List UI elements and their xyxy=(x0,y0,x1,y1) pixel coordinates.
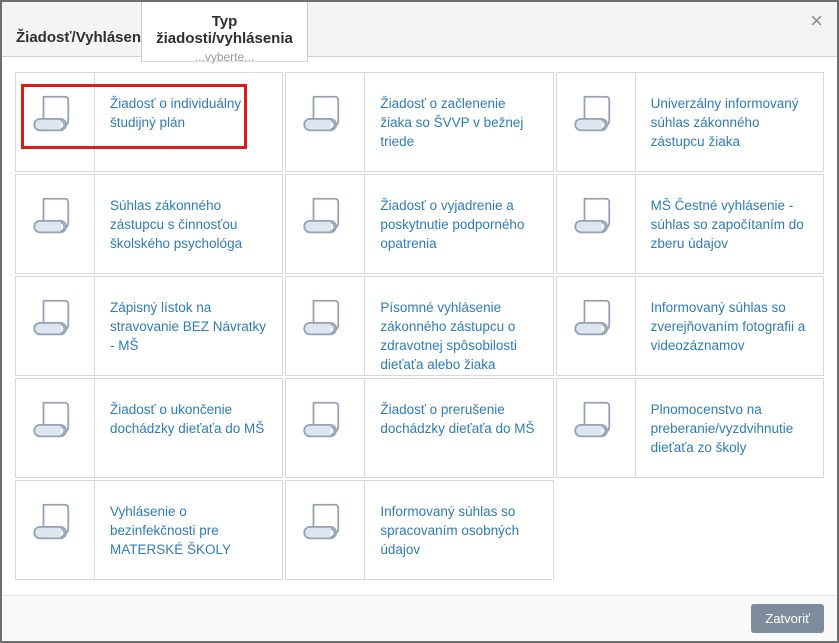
request-type-card[interactable]: Žiadosť o individuálny študijný plán xyxy=(15,72,283,172)
request-type-label: Univerzálny informovaný súhlas zákonného… xyxy=(636,73,823,171)
dialog-body: Žiadosť o individuálny študijný plán Žia… xyxy=(2,57,837,595)
request-type-label: Žiadosť o začlenenie žiaka so ŠVVP v bež… xyxy=(365,73,552,171)
scroll-document-icon xyxy=(286,379,365,477)
dialog-header: Žiadosť/Vyhlásenie Typ žiadosti/vyhlásen… xyxy=(2,2,837,57)
request-type-card[interactable]: Súhlas zákonného zástupcu s činnosťou šk… xyxy=(15,174,283,274)
dialog-footer: Zatvoriť xyxy=(2,595,837,641)
request-type-label: Žiadosť o vyjadrenie a poskytnutie podpo… xyxy=(365,175,552,273)
request-type-card[interactable]: Plnomocenstvo na preberanie/vyzdvihnutie… xyxy=(556,378,824,478)
scroll-document-icon xyxy=(557,379,636,477)
request-type-label: Informovaný súhlas so spracovaním osobný… xyxy=(365,481,552,579)
scroll-document-icon xyxy=(286,73,365,171)
request-type-label: MŠ Čestné vyhlásenie - súhlas so započít… xyxy=(636,175,823,273)
close-icon[interactable]: × xyxy=(810,10,823,32)
scroll-document-icon xyxy=(16,175,95,273)
request-type-card[interactable]: Písomné vyhlásenie zákonného zástupcu o … xyxy=(285,276,553,376)
request-type-label: Žiadosť o ukončenie dochádzky dieťaťa do… xyxy=(95,379,282,477)
scroll-document-icon xyxy=(286,277,365,375)
request-type-card[interactable]: Informovaný súhlas so zverejňovaním foto… xyxy=(556,276,824,376)
request-type-label: Vyhlásenie o bezinfekčnosti pre MATERSKÉ… xyxy=(95,481,282,579)
request-type-card[interactable]: MŠ Čestné vyhlásenie - súhlas so započít… xyxy=(556,174,824,274)
request-type-card[interactable]: Zápisný lístok na stravovanie BEZ Návrat… xyxy=(15,276,283,376)
scroll-document-icon xyxy=(16,277,95,375)
request-type-card[interactable]: Žiadosť o začlenenie žiaka so ŠVVP v bež… xyxy=(285,72,553,172)
tab-sublabel: ...vyberte... xyxy=(142,50,307,64)
dialog-title: Žiadosť/Vyhlásenie xyxy=(16,29,154,46)
request-type-dialog: Žiadosť/Vyhlásenie Typ žiadosti/vyhlásen… xyxy=(0,0,839,643)
tab-request-type[interactable]: Typ žiadosti/vyhlásenia ...vyberte... xyxy=(141,2,308,62)
request-type-card[interactable]: Žiadosť o prerušenie dochádzky dieťaťa d… xyxy=(285,378,553,478)
scroll-document-icon xyxy=(16,379,95,477)
scroll-document-icon xyxy=(557,73,636,171)
scroll-document-icon xyxy=(286,481,365,579)
request-type-label: Informovaný súhlas so zverejňovaním foto… xyxy=(636,277,823,375)
request-type-label: Súhlas zákonného zástupcu s činnosťou šk… xyxy=(95,175,282,273)
request-type-grid: Žiadosť o individuálny študijný plán Žia… xyxy=(15,72,824,580)
request-type-label: Zápisný lístok na stravovanie BEZ Návrat… xyxy=(95,277,282,375)
request-type-label: Plnomocenstvo na preberanie/vyzdvihnutie… xyxy=(636,379,823,477)
request-type-label: Žiadosť o individuálny študijný plán xyxy=(95,73,282,171)
scroll-document-icon xyxy=(286,175,365,273)
tab-label: Typ žiadosti/vyhlásenia xyxy=(142,13,307,47)
request-type-card[interactable]: Univerzálny informovaný súhlas zákonného… xyxy=(556,72,824,172)
scroll-document-icon xyxy=(557,277,636,375)
scroll-document-icon xyxy=(16,73,95,171)
request-type-label: Písomné vyhlásenie zákonného zástupcu o … xyxy=(365,277,552,375)
request-type-card[interactable]: Informovaný súhlas so spracovaním osobný… xyxy=(285,480,553,580)
scroll-document-icon xyxy=(16,481,95,579)
request-type-card[interactable]: Vyhlásenie o bezinfekčnosti pre MATERSKÉ… xyxy=(15,480,283,580)
scroll-document-icon xyxy=(557,175,636,273)
close-button[interactable]: Zatvoriť xyxy=(751,604,824,633)
request-type-label: Žiadosť o prerušenie dochádzky dieťaťa d… xyxy=(365,379,552,477)
request-type-card[interactable]: Žiadosť o vyjadrenie a poskytnutie podpo… xyxy=(285,174,553,274)
request-type-card[interactable]: Žiadosť o ukončenie dochádzky dieťaťa do… xyxy=(15,378,283,478)
